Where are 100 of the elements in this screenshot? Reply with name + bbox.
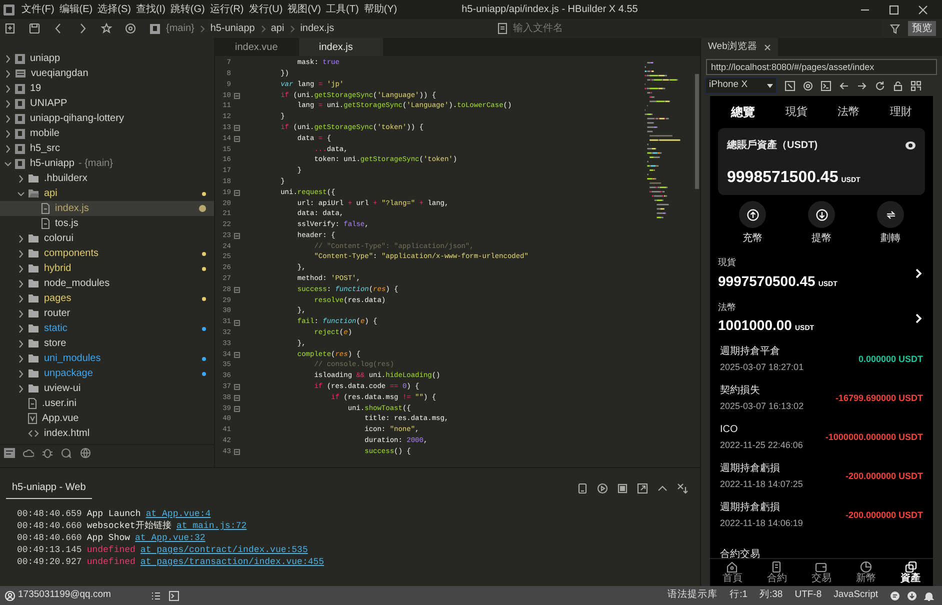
breadcrumb-item[interactable]: {main}	[166, 21, 194, 36]
fold-icon[interactable]	[234, 233, 240, 240]
chevron-icon[interactable]	[17, 354, 25, 364]
tree-item[interactable]: 19	[0, 81, 214, 96]
tree-item[interactable]: UNIAPP	[0, 96, 214, 111]
action-button[interactable]: 充幣	[718, 201, 787, 246]
nav-item[interactable]: 資產	[900, 560, 921, 584]
back-icon[interactable]	[839, 80, 849, 90]
status-item[interactable]: JavaScript	[834, 588, 878, 603]
close-icon[interactable]	[764, 44, 772, 50]
editor-tab[interactable]: index.js	[299, 38, 383, 56]
chat-icon[interactable]	[890, 590, 900, 600]
tree-item[interactable]: static	[0, 321, 214, 336]
chevron-icon[interactable]	[17, 234, 25, 244]
bell-icon[interactable]	[924, 590, 934, 600]
document-icon[interactable]	[498, 23, 508, 34]
tree-item[interactable]: mobile	[0, 126, 214, 141]
asset-tab[interactable]: 總覽	[731, 103, 756, 121]
source-link[interactable]: at App.vue:32	[135, 532, 206, 544]
menu-item[interactable]: 跳转(G)	[168, 0, 208, 19]
tree-item[interactable]: .user.ini	[0, 396, 214, 411]
tree-item[interactable]: uniapp	[0, 51, 214, 66]
chevron-icon[interactable]	[17, 308, 25, 318]
tree-item[interactable]: api	[0, 186, 214, 201]
chevron-icon[interactable]	[4, 114, 12, 124]
chevron-right-icon[interactable]	[915, 312, 922, 324]
tree-item[interactable]: index.js	[0, 201, 214, 216]
play-circle-icon[interactable]	[597, 482, 608, 494]
tree-item[interactable]: store	[0, 336, 214, 351]
maximize-icon[interactable]	[889, 4, 899, 14]
menu-item[interactable]: 文件(F)	[19, 0, 57, 19]
new-file-icon[interactable]	[5, 23, 16, 34]
fold-icon[interactable]	[234, 125, 240, 132]
tree-item[interactable]: colorui	[0, 231, 214, 246]
action-button[interactable]: 劃轉	[856, 201, 925, 246]
tree-item[interactable]: node_modules	[0, 276, 214, 291]
cloud-icon[interactable]	[23, 448, 34, 458]
list-icon[interactable]	[150, 590, 161, 600]
device-icon[interactable]	[577, 482, 588, 494]
tree-item[interactable]: uni_modules	[0, 351, 214, 366]
save-icon[interactable]	[29, 23, 40, 34]
terminal-icon[interactable]	[821, 80, 831, 90]
export-icon[interactable]	[637, 482, 648, 494]
nav-item[interactable]: 新幣	[856, 560, 876, 584]
menu-item[interactable]: 帮助(Y)	[361, 0, 400, 19]
account-email[interactable]: 1735031199@qq.com	[18, 588, 111, 603]
tree-item[interactable]: pages	[0, 291, 214, 306]
chevron-icon[interactable]	[4, 144, 12, 154]
tree-item[interactable]: h5-uniapp - {main}	[0, 156, 214, 171]
tree-item[interactable]: index.html	[0, 426, 214, 441]
chevron-icon[interactable]	[17, 338, 25, 348]
breadcrumb-item[interactable]: h5-uniapp	[210, 21, 255, 36]
chevron-icon[interactable]	[17, 324, 25, 334]
tree-item[interactable]: uview-ui	[0, 381, 214, 396]
asset-tab[interactable]: 法幣	[838, 104, 860, 120]
download-icon[interactable]	[907, 590, 917, 600]
chevron-icon[interactable]	[4, 84, 12, 94]
browser-tab[interactable]: Web浏览器	[701, 38, 778, 56]
menu-item[interactable]: 查找(I)	[133, 0, 168, 19]
source-link[interactable]: at pages/contract/index.vue:535	[140, 544, 308, 556]
chevron-icon[interactable]	[17, 174, 25, 184]
tree-item[interactable]: vueqiangdan	[0, 66, 214, 81]
source-link[interactable]: at App.vue:4	[146, 508, 211, 520]
fold-icon[interactable]	[234, 384, 240, 390]
device-select[interactable]: iPhone X	[705, 77, 777, 94]
scrollbar-thumb[interactable]	[695, 74, 699, 189]
status-item[interactable]: 语法提示库	[668, 588, 718, 603]
fold-icon[interactable]	[234, 92, 240, 99]
chevron-right-icon[interactable]	[915, 268, 922, 280]
chevron-icon[interactable]	[17, 294, 25, 304]
source-link[interactable]: at main.js:72	[176, 520, 247, 532]
tree-item[interactable]: uniapp-qihang-lottery	[0, 111, 214, 126]
tree-item[interactable]: App.vue	[0, 411, 214, 426]
forward-icon[interactable]	[857, 80, 867, 90]
qr-code-icon[interactable]	[911, 80, 921, 90]
fold-icon[interactable]	[234, 395, 240, 402]
unlock-icon[interactable]	[893, 80, 903, 90]
tree-item[interactable]: unpackage	[0, 366, 214, 381]
tree-item[interactable]: tos.js	[0, 216, 214, 231]
nav-item[interactable]: 合約	[766, 560, 787, 584]
action-button[interactable]: 提幣	[787, 201, 856, 246]
tree-item[interactable]: .hbuilderx	[0, 171, 214, 186]
chevron-icon[interactable]	[17, 248, 25, 258]
fold-icon[interactable]	[234, 449, 240, 456]
menu-item[interactable]: 工具(T)	[324, 0, 362, 19]
breadcrumb-item[interactable]: api	[270, 21, 284, 36]
stop-icon[interactable]	[617, 482, 628, 494]
tree-item[interactable]: router	[0, 306, 214, 321]
star-icon[interactable]	[101, 23, 112, 34]
tree-item[interactable]: components	[0, 246, 214, 261]
chevron-icon[interactable]	[4, 68, 12, 78]
menu-item[interactable]: 视图(V)	[285, 0, 324, 19]
terminal-icon[interactable]	[168, 590, 179, 600]
refresh-icon[interactable]	[875, 80, 885, 90]
asset-tab[interactable]: 理財	[890, 104, 912, 120]
chevron-icon[interactable]	[4, 54, 12, 64]
preview-button[interactable]: 预览	[908, 21, 936, 36]
status-item[interactable]: UTF-8	[794, 588, 822, 603]
breadcrumb-item[interactable]: index.js	[300, 21, 334, 36]
bug-icon[interactable]	[42, 448, 53, 458]
